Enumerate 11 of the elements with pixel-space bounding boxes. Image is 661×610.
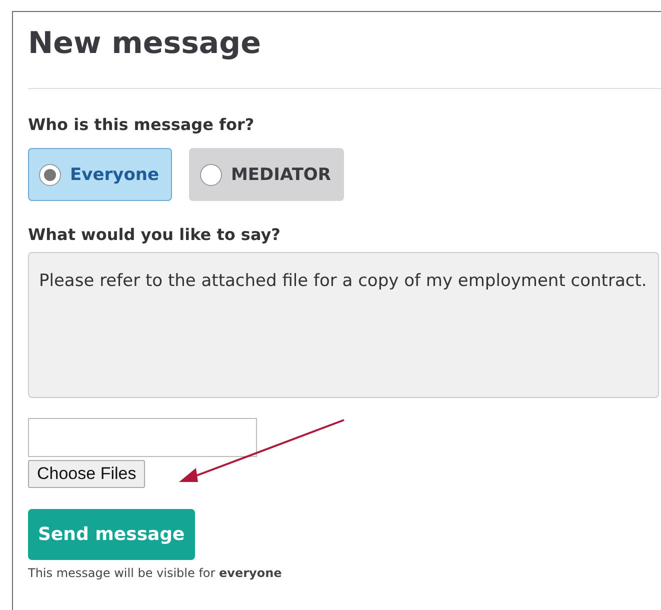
file-field[interactable] [28, 418, 257, 457]
choose-files-button[interactable]: Choose Files [28, 460, 146, 488]
radio-icon [39, 164, 61, 186]
visibility-note: This message will be visible for everyone [28, 566, 283, 580]
recipient-label: Who is this message for? [28, 115, 256, 134]
page-title: New message [28, 25, 262, 63]
recipient-option[interactable]: MEDIATOR [189, 148, 344, 201]
recipient-option[interactable]: Everyone [28, 148, 172, 201]
message-field[interactable]: Please refer to the attached file for a copy of my employment contract. [28, 252, 659, 398]
message-label: What would you like to say? [28, 225, 282, 244]
radio-icon [200, 164, 222, 186]
